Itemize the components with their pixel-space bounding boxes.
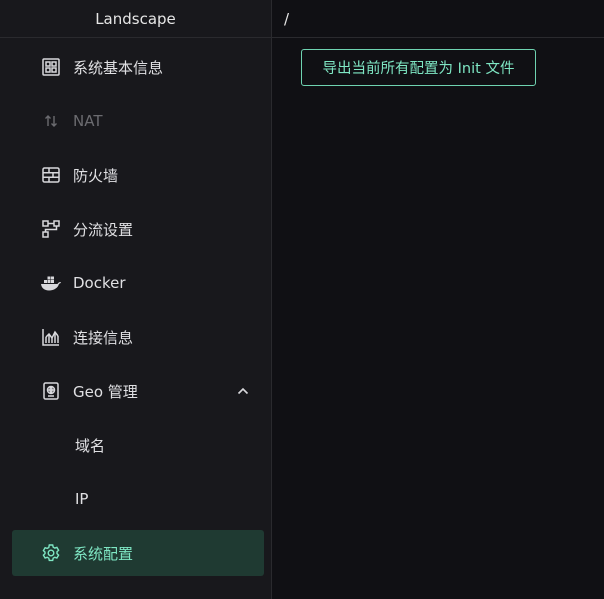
sidebar-item-label: NAT [73, 112, 103, 130]
sidebar-item-flow[interactable]: 分流设置 [12, 206, 264, 252]
globe-card-icon [40, 380, 62, 402]
sidebar-item-label: 系统基本信息 [73, 58, 164, 77]
sidebar-item-label: 系统配置 [73, 544, 134, 563]
flow-icon [40, 218, 62, 240]
sidebar-item-label: Geo 管理 [73, 382, 138, 401]
sidebar-item-connections[interactable]: 连接信息 [12, 314, 264, 360]
breadcrumb-path[interactable]: / [284, 10, 289, 28]
chevron-up-icon[interactable] [236, 384, 250, 398]
sidebar-item-geo[interactable]: Geo 管理 [12, 368, 264, 414]
export-init-file-button[interactable]: 导出当前所有配置为 Init 文件 [301, 49, 536, 86]
dashboard-icon [40, 56, 62, 78]
gear-icon [40, 542, 62, 564]
sidebar-item-docker[interactable]: Docker [12, 260, 264, 306]
sidebar-item-system-config[interactable]: 系统配置 [12, 530, 264, 576]
docker-icon [40, 272, 62, 294]
sidebar-item-firewall[interactable]: 防火墙 [12, 152, 264, 198]
sidebar-item-label: Docker [73, 274, 126, 292]
app-brand: Landscape [0, 0, 271, 38]
swap-vertical-icon [40, 110, 62, 132]
sidebar-item-label: 分流设置 [73, 220, 134, 239]
sidebar-item-domain[interactable]: 域名 [12, 422, 264, 468]
sidebar-item-nat[interactable]: NAT [12, 98, 264, 144]
sidebar-item-label: IP [75, 490, 89, 508]
sidebar-item-label: 域名 [75, 436, 106, 455]
sidebar: Landscape 系统基本信息 NAT 防火墙 分流设置 Docker 连接信… [0, 0, 272, 599]
sidebar-item-system-info[interactable]: 系统基本信息 [12, 44, 264, 90]
sidebar-item-label: 防火墙 [73, 166, 119, 185]
firewall-icon [40, 164, 62, 186]
sidebar-item-ip[interactable]: IP [12, 476, 264, 522]
sidebar-item-label: 连接信息 [73, 328, 134, 347]
breadcrumb: / [272, 0, 604, 38]
chart-icon [40, 326, 62, 348]
